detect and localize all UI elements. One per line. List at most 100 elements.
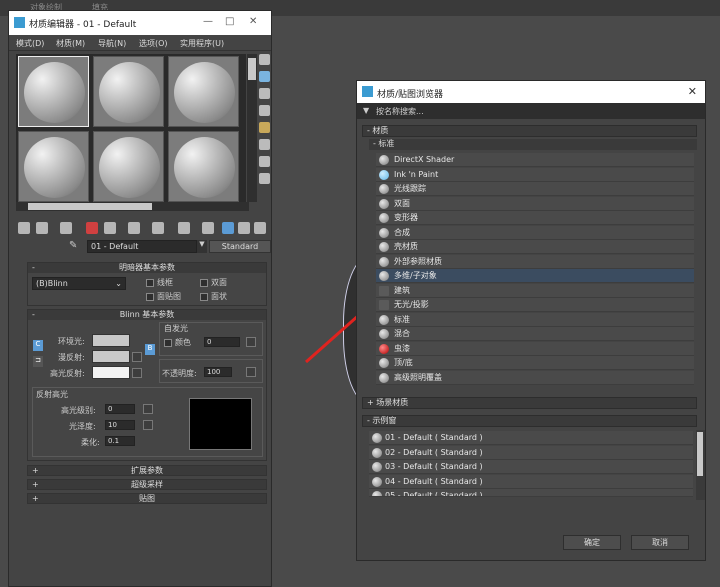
opacity-input[interactable]: 100 <box>204 367 232 377</box>
opacity-map-button[interactable] <box>246 367 256 377</box>
sample-slot[interactable] <box>18 131 89 202</box>
material-type-button[interactable]: Standard <box>209 240 271 253</box>
wire-checkbox[interactable]: 线框 <box>146 277 173 288</box>
specular-level-input[interactable]: 0 <box>105 404 135 414</box>
browser-titlebar[interactable]: 材质/贴图浏览器 ✕ <box>357 81 705 103</box>
ok-button[interactable]: 确定 <box>563 535 621 550</box>
two-sided-checkbox[interactable]: 双面 <box>200 277 227 288</box>
specular-level-map-button[interactable] <box>143 404 153 414</box>
material-list-item[interactable]: 多维/子对象 <box>376 269 694 283</box>
close-icon[interactable]: ✕ <box>249 16 257 27</box>
options-icon[interactable] <box>259 156 270 167</box>
menu-options[interactable]: 选项(O) <box>139 38 168 49</box>
show-map-icon[interactable] <box>202 222 214 234</box>
video-color-check-icon[interactable] <box>259 122 270 133</box>
uv-tiling-icon[interactable] <box>259 105 270 116</box>
soften-input[interactable]: 0.1 <box>105 436 135 446</box>
chevron-down-icon[interactable]: ▼ <box>197 240 207 253</box>
background-pattern-icon[interactable] <box>259 88 270 99</box>
subgroup-standard[interactable]: - 标准 <box>369 139 697 150</box>
sample-slot[interactable] <box>168 131 239 202</box>
menu-mode[interactable]: 模式(D) <box>16 38 44 49</box>
panel-header[interactable]: - 明暗器基本参数 <box>28 263 266 273</box>
material-list-item[interactable]: 外部参照材质 <box>376 254 694 269</box>
get-material-icon[interactable] <box>18 222 30 234</box>
material-list-item[interactable]: 双面 <box>376 196 694 211</box>
sample-slot[interactable] <box>18 56 89 127</box>
faceted-checkbox[interactable]: 面状 <box>200 291 227 302</box>
copy-material-icon[interactable] <box>104 222 116 234</box>
minimize-icon[interactable]: — <box>203 16 213 27</box>
material-list-item[interactable]: 顶/底 <box>376 356 694 370</box>
material-editor-titlebar[interactable]: 材质编辑器 - 01 - Default — □ ✕ <box>9 11 271 35</box>
material-list-item[interactable]: 高级照明覆盖 <box>376 370 694 385</box>
rollout-maps[interactable]: + 贴图 <box>27 493 267 504</box>
material-list-item[interactable]: 无光/投影 <box>376 298 694 312</box>
material-list-item[interactable]: Ink 'n Paint <box>376 167 694 182</box>
close-icon[interactable]: ✕ <box>688 85 697 98</box>
material-list-item[interactable]: DirectX Shader <box>376 153 694 167</box>
material-list-item[interactable]: 建筑 <box>376 283 694 298</box>
sample-list-scrollbar[interactable] <box>696 430 705 500</box>
self-illum-color-checkbox[interactable]: 颜色 <box>164 337 191 348</box>
sample-slot-item[interactable]: 02 - Default ( Standard ) <box>369 445 693 460</box>
menu-navigation[interactable]: 导航(N) <box>98 38 126 49</box>
shader-dropdown[interactable]: (B)Blinn ⌄ <box>32 277 126 290</box>
specular-color-swatch[interactable] <box>92 366 130 379</box>
sample-type-icon[interactable] <box>259 54 270 65</box>
cancel-button[interactable]: 取消 <box>631 535 689 550</box>
material-list-item[interactable]: 光线跟踪 <box>376 182 694 196</box>
diffuse-map-button[interactable] <box>132 352 142 362</box>
show-end-result-icon[interactable] <box>222 222 234 234</box>
rollout-extended-params[interactable]: + 扩展参数 <box>27 465 267 476</box>
diffuse-color-swatch[interactable] <box>92 350 130 363</box>
lock-diffuse-specular-button[interactable]: ⊐ <box>33 356 43 367</box>
slots-horizontal-scrollbar[interactable] <box>16 202 249 211</box>
maximize-icon[interactable]: □ <box>225 16 234 27</box>
put-to-scene-icon[interactable] <box>36 222 48 234</box>
search-options-icon[interactable]: ▼ <box>363 106 369 115</box>
search-input[interactable]: 按名称搜索... <box>376 106 424 117</box>
backlight-icon[interactable] <box>259 71 270 82</box>
menu-material[interactable]: 材质(M) <box>56 38 85 49</box>
self-illum-map-button[interactable] <box>246 337 256 347</box>
material-id-channel-icon[interactable] <box>178 222 190 234</box>
select-by-material-icon[interactable] <box>259 173 270 184</box>
scroll-thumb[interactable] <box>697 432 703 476</box>
scroll-thumb[interactable] <box>28 203 152 210</box>
self-illum-value-input[interactable]: 0 <box>204 337 240 347</box>
scroll-thumb[interactable] <box>248 58 256 80</box>
slots-vertical-scrollbar[interactable] <box>247 54 257 202</box>
menu-utilities[interactable]: 实用程序(U) <box>180 38 224 49</box>
rollout-supersampling[interactable]: + 超级采样 <box>27 479 267 490</box>
eyedropper-icon[interactable]: ✎ <box>69 240 77 251</box>
group-materials[interactable]: - 材质 <box>362 125 697 137</box>
material-list-item[interactable]: 合成 <box>376 225 694 240</box>
panel-header[interactable]: - Blinn 基本参数 <box>28 310 266 320</box>
lock-ambient-map-button[interactable]: B <box>145 344 155 355</box>
material-list-item[interactable]: 虫漆 <box>376 341 694 356</box>
face-map-checkbox[interactable]: 面贴图 <box>146 291 181 302</box>
assign-to-selection-icon[interactable] <box>60 222 72 234</box>
material-list-item[interactable]: 标准 <box>376 312 694 327</box>
make-unique-icon[interactable] <box>128 222 140 234</box>
material-list-item[interactable]: 壳材质 <box>376 240 694 254</box>
go-forward-sibling-icon[interactable] <box>254 222 266 234</box>
material-list-item[interactable]: 变形器 <box>376 211 694 225</box>
sample-slot-item[interactable]: 05 - Default ( Standard ) <box>369 489 693 497</box>
make-preview-icon[interactable] <box>259 139 270 150</box>
put-to-library-icon[interactable] <box>152 222 164 234</box>
sample-slot-item[interactable]: 04 - Default ( Standard ) <box>369 474 693 489</box>
material-name-field[interactable]: 01 - Default <box>87 240 197 253</box>
ambient-color-swatch[interactable] <box>92 334 130 347</box>
specular-map-button[interactable] <box>132 368 142 378</box>
material-list-item[interactable]: 混合 <box>376 327 694 341</box>
reset-map-icon[interactable] <box>86 222 98 234</box>
sample-slot[interactable] <box>168 56 239 127</box>
group-scene-materials[interactable]: + 场景材质 <box>362 397 697 409</box>
sample-slot[interactable] <box>93 56 164 127</box>
group-sample-slots[interactable]: - 示例窗 <box>362 415 697 427</box>
lock-ambient-diffuse-button[interactable]: C <box>33 340 43 351</box>
sample-slot[interactable] <box>93 131 164 202</box>
glossiness-map-button[interactable] <box>143 420 153 430</box>
